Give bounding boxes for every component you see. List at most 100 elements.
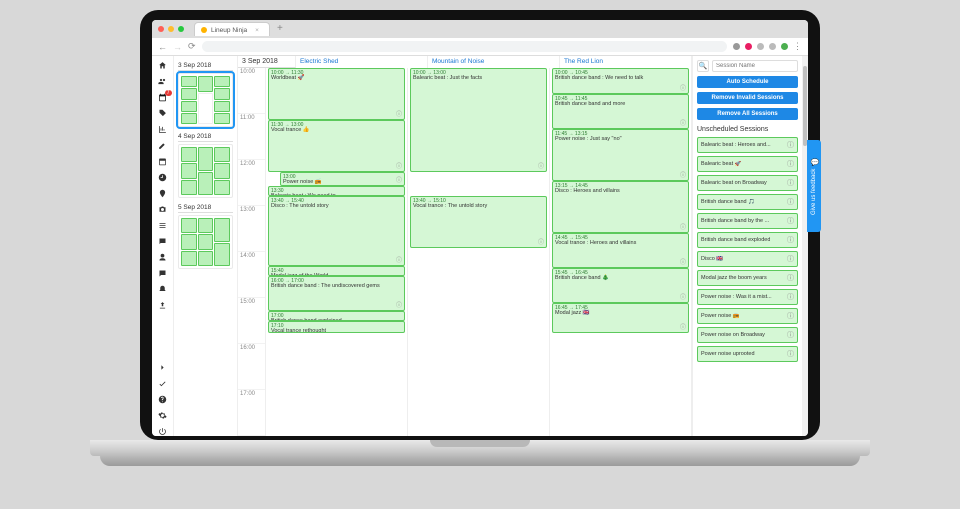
schedule-event[interactable]: 11:45 → 13:15Power noise : Just say "no"…	[552, 129, 689, 181]
unscheduled-session-chip[interactable]: Balearic beat 🚀ⓘ	[697, 156, 798, 172]
notify-icon[interactable]	[158, 284, 168, 294]
unscheduled-session-chip[interactable]: British dance band by the ...ⓘ	[697, 213, 798, 229]
list-icon[interactable]	[158, 220, 168, 230]
info-icon[interactable]: ⓘ	[787, 349, 794, 359]
address-bar[interactable]	[202, 41, 727, 52]
session-search-input[interactable]	[712, 60, 798, 72]
schedule-event[interactable]: 13:15 → 14:45Disco : Heroes and villains…	[552, 181, 689, 233]
schedule-event[interactable]: 13:00Power noise 📻ⓘ	[280, 172, 405, 186]
scrollbar-thumb[interactable]	[803, 66, 807, 146]
schedule-event[interactable]: 16:45 → 17:45Modal jazz 🇬🇧ⓘ	[552, 303, 689, 333]
info-icon[interactable]: ⓘ	[787, 292, 794, 302]
unscheduled-session-chip[interactable]: Power noise uprootedⓘ	[697, 346, 798, 362]
tag-icon[interactable]	[158, 108, 168, 118]
ext-icon[interactable]	[757, 43, 764, 50]
unscheduled-session-chip[interactable]: Balearic beat on Broadwayⓘ	[697, 175, 798, 191]
tab-close-icon[interactable]: ×	[255, 27, 259, 34]
info-icon[interactable]: ⓘ	[787, 311, 794, 321]
schedule-event[interactable]: 13:30Balearic beat : We need to ...	[268, 186, 405, 196]
maximize-window-icon[interactable]	[178, 26, 184, 32]
info-icon[interactable]: ⓘ	[680, 83, 686, 92]
schedule-event[interactable]: 10:45 → 11:45British dance band and more…	[552, 94, 689, 129]
info-icon[interactable]: ⓘ	[787, 216, 794, 226]
column-header-electric-shed[interactable]: Electric Shed	[296, 56, 428, 68]
info-icon[interactable]: ⓘ	[787, 273, 794, 283]
unscheduled-session-chip[interactable]: Disco 🇬🇧ⓘ	[697, 251, 798, 267]
info-icon[interactable]: ⓘ	[680, 257, 686, 266]
home-icon[interactable]	[158, 60, 168, 70]
info-icon[interactable]: ⓘ	[396, 109, 402, 118]
info-icon[interactable]: ⓘ	[680, 222, 686, 231]
new-tab-button[interactable]: +	[274, 23, 286, 35]
info-icon[interactable]: ⓘ	[680, 170, 686, 179]
info-icon[interactable]: ⓘ	[787, 330, 794, 340]
ext-icon[interactable]	[745, 43, 752, 50]
user-icon[interactable]	[158, 252, 168, 262]
schedule-column[interactable]: 10:00 → 10:45British dance band : We nee…	[550, 68, 692, 436]
edit-icon[interactable]	[158, 140, 168, 150]
schedule-event[interactable]: 14:45 → 15:45Vocal trance : Heroes and v…	[552, 233, 689, 268]
info-icon[interactable]: ⓘ	[787, 254, 794, 264]
profile-avatar-icon[interactable]	[781, 43, 788, 50]
upload-icon[interactable]	[158, 300, 168, 310]
mini-day-sep4[interactable]	[178, 144, 233, 198]
calendar-icon[interactable]: 7	[158, 92, 168, 102]
column-header-red-lion[interactable]: The Red Lion	[560, 56, 692, 68]
schedule-event[interactable]: 13:40 → 15:40Disco : The untold storyⓘ	[268, 196, 405, 266]
remove-all-button[interactable]: Remove All Sessions	[697, 108, 798, 120]
info-icon[interactable]: ⓘ	[396, 255, 402, 264]
schedule-event[interactable]: 13:40 → 15:10Vocal trance : The untold s…	[410, 196, 547, 248]
scrollbar[interactable]	[802, 56, 808, 436]
schedule-event[interactable]: 15:40Modal jazz of the World	[268, 266, 405, 276]
clock-icon[interactable]	[158, 172, 168, 182]
info-icon[interactable]: ⓘ	[787, 140, 794, 150]
schedule-event[interactable]: 17:00British dance band explained	[268, 311, 405, 321]
info-icon[interactable]: ⓘ	[680, 292, 686, 301]
search-icon[interactable]: 🔍	[697, 60, 709, 72]
schedule-column[interactable]: 10:00 → 13:00Balearic beat : Just the fa…	[408, 68, 550, 436]
ext-icon[interactable]	[733, 43, 740, 50]
info-icon[interactable]: ⓘ	[787, 159, 794, 169]
back-button[interactable]: ←	[158, 42, 167, 52]
info-icon[interactable]: ⓘ	[680, 322, 686, 331]
schedule-event[interactable]: 10:00 → 13:00Balearic beat : Just the fa…	[410, 68, 547, 172]
power-icon[interactable]	[158, 426, 168, 436]
reload-button[interactable]: ⟳	[188, 41, 196, 52]
info-icon[interactable]: ⓘ	[396, 161, 402, 170]
info-icon[interactable]: ⓘ	[396, 300, 402, 309]
mini-day-sep5[interactable]	[178, 215, 233, 269]
schedule-event[interactable]: 15:45 → 16:45British dance band 🎄ⓘ	[552, 268, 689, 303]
unscheduled-session-chip[interactable]: Modal jazz the boom yearsⓘ	[697, 270, 798, 286]
pin-icon[interactable]	[158, 188, 168, 198]
help-icon[interactable]	[158, 394, 168, 404]
people-icon[interactable]	[158, 76, 168, 86]
schedule-event[interactable]: 11:30 → 13:00Vocal trance 👍ⓘ	[268, 120, 405, 172]
info-icon[interactable]: ⓘ	[787, 178, 794, 188]
unscheduled-session-chip[interactable]: British dance band 🎵ⓘ	[697, 194, 798, 210]
info-icon[interactable]: ⓘ	[787, 235, 794, 245]
camera-icon[interactable]	[158, 204, 168, 214]
mini-day-sep3[interactable]	[178, 73, 233, 127]
chat-icon[interactable]	[158, 236, 168, 246]
unscheduled-session-chip[interactable]: Power noise on Broadwayⓘ	[697, 327, 798, 343]
minimize-window-icon[interactable]	[168, 26, 174, 32]
chevron-right-icon[interactable]	[158, 362, 168, 372]
info-icon[interactable]: ⓘ	[538, 161, 544, 170]
schedule-event[interactable]: 10:00 → 11:30Worldbeat 🚀ⓘ	[268, 68, 405, 120]
column-header-mountain-of-noise[interactable]: Mountain of Noise	[428, 56, 560, 68]
forward-button[interactable]: →	[173, 42, 182, 52]
schedule-event[interactable]: 17:10Vocal trance rethought	[268, 321, 405, 333]
info-icon[interactable]: ⓘ	[396, 175, 402, 184]
browser-tab[interactable]: Lineup Ninja ×	[194, 22, 270, 36]
remove-invalid-button[interactable]: Remove Invalid Sessions	[697, 92, 798, 104]
gear-icon[interactable]	[158, 410, 168, 420]
unscheduled-session-chip[interactable]: Power noise 📻ⓘ	[697, 308, 798, 324]
schedule-column[interactable]: 10:00 → 11:30Worldbeat 🚀ⓘ11:30 → 13:00Vo…	[266, 68, 408, 436]
ext-icon[interactable]	[769, 43, 776, 50]
unscheduled-session-chip[interactable]: Power noise : Was it a mist...ⓘ	[697, 289, 798, 305]
chart-icon[interactable]	[158, 124, 168, 134]
schedule-event[interactable]: 10:00 → 10:45British dance band : We nee…	[552, 68, 689, 94]
unscheduled-session-chip[interactable]: Balearic beat : Heroes and...ⓘ	[697, 137, 798, 153]
message-icon[interactable]	[158, 268, 168, 278]
check-icon[interactable]	[158, 378, 168, 388]
